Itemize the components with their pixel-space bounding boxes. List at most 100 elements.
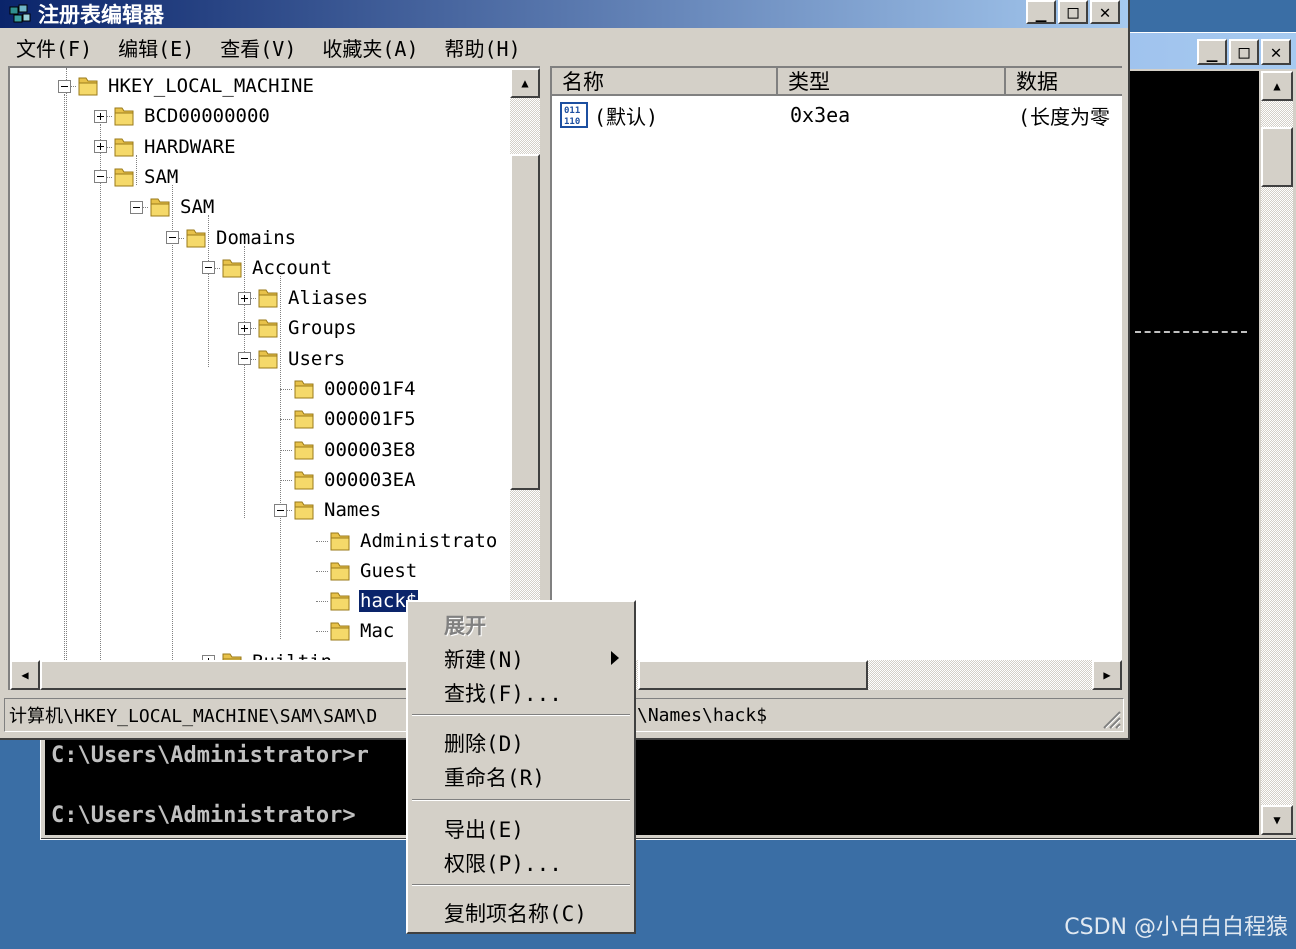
menu-item-new[interactable]: 新建(N) (444, 644, 524, 674)
tree-node[interactable]: Names (274, 496, 382, 524)
menu-favorites[interactable]: 收藏夹(A) (322, 33, 418, 62)
scroll-up-icon[interactable]: ▲ (510, 68, 540, 98)
folder-icon (294, 441, 314, 460)
scroll-thumb[interactable] (510, 154, 540, 490)
tree-node-label: Administrato (360, 529, 498, 552)
tree-node-label: 000001F5 (324, 408, 416, 431)
collapse-icon[interactable] (58, 79, 71, 93)
folder-icon (258, 350, 278, 369)
svg-text:110: 110 (564, 117, 580, 127)
tree-vertical-scrollbar[interactable]: ▲ (510, 68, 540, 660)
tree-node[interactable]: Aliases (238, 284, 369, 312)
folder-icon (222, 259, 242, 278)
scroll-thumb[interactable] (1261, 127, 1293, 187)
tree-vline (172, 184, 173, 670)
tree-node[interactable]: Groups (238, 314, 358, 342)
scroll-right-icon[interactable]: ▶ (1092, 660, 1122, 690)
menu-item-copy-key-name[interactable]: 复制项名称(C) (444, 898, 587, 928)
menu-edit[interactable]: 编辑(E) (118, 33, 194, 62)
menu-item-expand[interactable]: 展开 (444, 610, 486, 640)
close-button[interactable]: ✕ (1090, 0, 1120, 24)
collapse-icon[interactable] (94, 170, 107, 184)
value-name: (默认) (594, 104, 659, 129)
folder-icon (150, 198, 170, 217)
tree-node-label: 000003EA (324, 468, 416, 491)
tree-node[interactable]: Guest (310, 557, 418, 585)
console-minimize-button[interactable]: _ (1197, 39, 1227, 65)
value-type: 0x3ea (790, 103, 851, 127)
status-path: 计算机\HKEY_LOCAL_MACHINE\SAM\SAM\D (9, 706, 378, 727)
column-header-name[interactable]: 名称 (552, 68, 778, 96)
tree-node[interactable]: Mac (310, 617, 395, 645)
tree-node[interactable]: hack$ (310, 587, 419, 615)
tree-node[interactable]: 000001F5 (274, 405, 417, 433)
menu-item-export[interactable]: 导出(E) (444, 814, 524, 844)
minimize-button[interactable]: _ (1026, 0, 1056, 24)
console-close-button[interactable]: ✕ (1261, 39, 1291, 65)
tree-node[interactable]: 000003EA (274, 466, 417, 494)
binary-value-icon: 011 110 (560, 102, 588, 128)
resize-grip-icon[interactable] (1099, 707, 1121, 729)
folder-icon (258, 289, 278, 308)
console-maximize-button[interactable]: □ (1229, 39, 1259, 65)
tree-vline (66, 68, 67, 668)
collapse-icon[interactable] (130, 200, 143, 214)
menu-help[interactable]: 帮助(H) (445, 33, 521, 62)
scroll-thumb[interactable] (638, 660, 868, 690)
console-scrollbar[interactable]: ▲ ▼ (1261, 71, 1293, 835)
registry-tree[interactable]: HKEY_LOCAL_MACHINE BCD00000000 HARDWARE SAM… (8, 66, 540, 690)
tree-node[interactable]: Account (202, 254, 333, 282)
tree-node[interactable]: HKEY_LOCAL_MACHINE (58, 72, 315, 100)
registry-title-bar[interactable]: 注册表编辑器 (0, 0, 1128, 28)
console-line: C:\Users\Administrator> (51, 803, 356, 828)
scroll-up-icon[interactable]: ▲ (1261, 71, 1293, 101)
tree-node-label: Mac (360, 620, 395, 643)
tree-node[interactable]: Users (238, 345, 346, 373)
menu-item-delete[interactable]: 删除(D) (444, 728, 524, 758)
collapse-icon[interactable] (202, 261, 215, 275)
tree-node-label: Account (252, 256, 333, 279)
tree-node[interactable]: Administrato (310, 527, 498, 555)
column-header-type[interactable]: 类型 (778, 68, 1006, 96)
scroll-thumb[interactable] (40, 660, 420, 690)
tree-node[interactable]: 000003E8 (274, 436, 417, 464)
regedit-app-icon (9, 4, 31, 23)
registry-values-list[interactable]: 名称 类型 数据 011 110 (默认) 0x3ea (长度为零 ▶ (550, 66, 1122, 690)
maximize-button[interactable]: □ (1058, 0, 1088, 24)
menu-file[interactable]: 文件(F) (16, 33, 92, 62)
tree-node-label: Users (288, 347, 346, 370)
menu-item-permissions[interactable]: 权限(P)... (444, 848, 562, 878)
registry-title: 注册表编辑器 (38, 3, 164, 27)
folder-icon (294, 501, 314, 520)
tree-node-label: Names (324, 499, 382, 522)
tree-node[interactable]: SAM (130, 193, 215, 221)
expand-icon[interactable] (94, 140, 107, 154)
menu-separator (412, 799, 630, 801)
folder-icon (114, 168, 134, 187)
menu-view[interactable]: 查看(V) (220, 33, 296, 62)
collapse-icon[interactable] (274, 503, 287, 517)
tree-node[interactable]: BCD00000000 (94, 102, 271, 130)
folder-icon (258, 319, 278, 338)
tree-node[interactable]: SAM (94, 163, 179, 191)
collapse-icon[interactable] (238, 352, 251, 366)
expand-icon[interactable] (238, 321, 251, 335)
value-data: (长度为零 (1018, 104, 1111, 129)
menu-item-rename[interactable]: 重命名(R) (444, 762, 545, 792)
list-horizontal-scrollbar[interactable]: ▶ (552, 660, 1122, 690)
column-header-data[interactable]: 数据 (1006, 68, 1122, 96)
expand-icon[interactable] (238, 291, 251, 305)
tree-node-label: 000001F4 (324, 378, 416, 400)
tree-node[interactable]: 000001F4 (274, 375, 417, 403)
collapse-icon[interactable] (166, 231, 179, 244)
folder-icon (330, 592, 350, 611)
expand-icon[interactable] (94, 109, 107, 123)
scroll-left-icon[interactable]: ◀ (10, 660, 40, 690)
menu-item-find[interactable]: 查找(F)... (444, 678, 562, 708)
scroll-down-icon[interactable]: ▼ (1261, 805, 1293, 835)
tree-node[interactable]: HARDWARE (94, 133, 237, 161)
table-row[interactable]: 011 110 (默认) (560, 100, 658, 130)
tree-node-label: SAM (180, 196, 215, 219)
folder-icon (330, 532, 350, 550)
tree-node[interactable]: Domains (166, 224, 297, 252)
